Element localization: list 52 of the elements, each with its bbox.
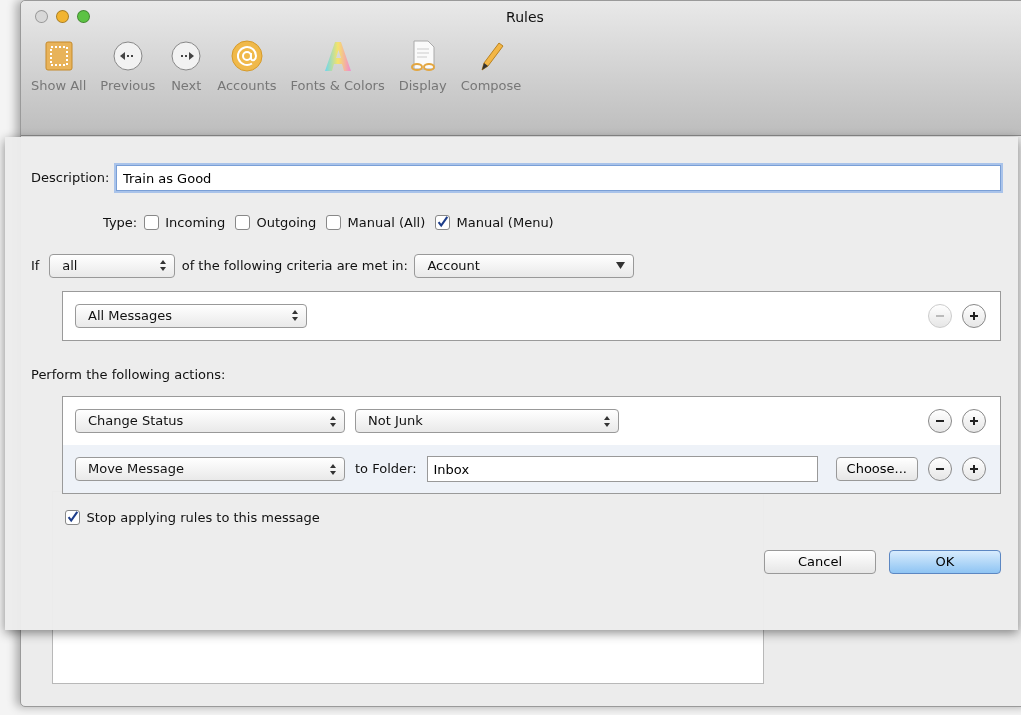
toolbar-label: Previous [100,77,156,95]
toolbar-label: Display [398,77,447,95]
scope-dropdown[interactable]: Account [414,253,635,278]
toolbar-label: Accounts [217,77,277,95]
criterion-popup[interactable]: All Messages [75,303,307,328]
toolbar-label: Show All [31,77,87,95]
action-popup[interactable]: Change Status [75,409,345,433]
add-button[interactable] [962,457,986,481]
checkbox[interactable] [65,510,80,526]
field-label: to Folder: [355,460,417,479]
value-popup[interactable]: Not Junk [355,409,619,433]
updown-arrow-icon [330,463,336,475]
dialog-button[interactable]: OK [889,549,1001,574]
add-button[interactable] [962,303,986,328]
updown-arrow-icon [160,260,167,271]
field-label: Type: [103,214,138,232]
dialog-button[interactable]: Cancel [764,549,876,574]
match-popup[interactable]: all [49,253,176,278]
action-popup[interactable]: Move Message [75,457,345,481]
plus-icon [968,309,980,322]
field-label: If [31,256,40,275]
toolbar-label: Fonts & Colors [290,77,385,95]
folder-field[interactable]: Inbox [426,456,818,482]
checkbox-label: Outgoing [256,214,317,232]
checkbox-label: Manual (Menu) [456,214,554,232]
description-field[interactable]: Train as Good [115,165,1001,191]
at-sign-icon [229,39,264,73]
minimize-button[interactable] [56,9,69,23]
updown-arrow-icon [604,415,610,427]
checkbox[interactable] [234,215,250,231]
checkbox[interactable] [326,215,342,231]
updown-arrow-icon [292,310,298,321]
window-title: Rules [506,8,544,27]
toolbar-label: Compose [460,77,522,95]
section-label: Perform the following actions: [31,365,226,384]
dropdown-arrow-icon [616,262,626,269]
checkbox-label: Stop applying rules to this message [86,509,320,527]
remove-button[interactable] [928,409,952,433]
criteria-text: of the following criteria are met in: [181,256,408,275]
add-button[interactable] [962,409,986,433]
plus-icon [968,415,980,427]
field-label: Description: [31,169,110,188]
plus-icon [968,463,980,475]
checkbox-label: Manual (All) [347,214,426,232]
toolbar-label: Next [171,77,202,95]
remove-button[interactable] [928,457,952,481]
updown-arrow-icon [330,415,336,427]
checkbox[interactable] [143,215,159,231]
zoom-button[interactable] [77,9,90,23]
choose-button[interactable]: Choose... [835,457,918,481]
checkbox-label: Incoming [165,214,226,232]
checkbox[interactable] [435,215,450,231]
